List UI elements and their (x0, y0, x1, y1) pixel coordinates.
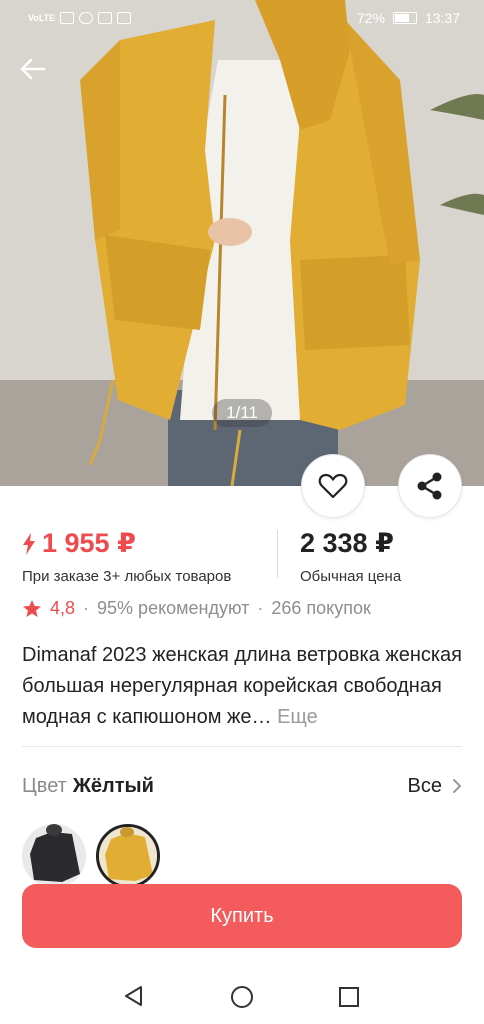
regular-price-note: Обычная цена (300, 568, 402, 585)
nav-recents-button[interactable] (338, 986, 360, 1013)
color-label: Цвет (22, 774, 67, 797)
product-title-text: Dimanaf 2023 женская длина ветровка женс… (22, 644, 463, 728)
sale-price-group: 1 955 ₽ При заказе 3+ любых товаров (22, 528, 231, 585)
price-divider (277, 530, 278, 578)
image-counter: 1/11 (212, 399, 272, 427)
yellow-jacket-thumbnail (99, 827, 157, 885)
arrow-left-icon (20, 58, 46, 80)
triangle-back-icon (125, 986, 142, 1006)
chevron-right-icon (453, 779, 462, 793)
battery-fill (394, 14, 409, 22)
favorite-button[interactable] (301, 454, 365, 518)
battery-percent: 72% (356, 10, 385, 26)
regular-price: 2 338 ₽ (300, 528, 394, 558)
more-link[interactable]: Еще (277, 706, 318, 728)
sale-price-value: 1 955 ₽ (42, 528, 136, 558)
recommend-text: 95% рекомендуют (97, 598, 250, 618)
purchases-text: 266 покупок (271, 598, 371, 618)
share-button[interactable] (398, 454, 462, 518)
separator-dot: · (83, 598, 90, 618)
back-button[interactable] (20, 58, 54, 92)
black-jacket-thumbnail (22, 824, 86, 888)
system-nav-bar (0, 966, 484, 1024)
status-bar: VoLTE 72% 13:37 (0, 0, 484, 36)
signal-icon (60, 12, 75, 24)
sale-price: 1 955 ₽ (22, 528, 231, 559)
star-icon (23, 599, 41, 617)
mail-icon (98, 12, 113, 24)
network-label: VoLTE (28, 13, 56, 23)
circle-home-icon (231, 986, 253, 1008)
product-title[interactable]: Dimanaf 2023 женская длина ветровка женс… (22, 640, 462, 733)
color-selector-row[interactable]: Цвет Жёлтый Все (22, 772, 462, 800)
sale-price-note: При заказе 3+ любых товаров (22, 568, 232, 585)
heart-icon (318, 473, 348, 499)
separator-dot: · (257, 598, 264, 618)
divider (22, 746, 462, 747)
share-icon (417, 472, 442, 500)
regular-price-group: 2 338 ₽ Обычная цена (300, 528, 401, 585)
whatsapp-icon (79, 12, 94, 24)
battery-icon (392, 12, 417, 24)
color-selected: Жёлтый (72, 774, 154, 797)
rating-value: 4,8 (50, 598, 76, 618)
lightning-icon (23, 532, 35, 555)
nav-back-button[interactable] (122, 984, 144, 1013)
square-recents-icon (339, 987, 359, 1007)
price-block: 1 955 ₽ При заказе 3+ любых товаров 2 33… (0, 520, 484, 585)
color-swatch-yellow[interactable] (96, 824, 160, 888)
all-colors-link[interactable]: Все (408, 775, 462, 798)
product-image[interactable]: VoLTE 72% 13:37 1/11 (0, 0, 484, 486)
music-icon (117, 12, 132, 24)
clock: 13:37 (424, 10, 460, 26)
nav-home-button[interactable] (230, 985, 254, 1014)
rating-row[interactable]: 4,8 · 95% рекомендуют · 266 покупок (22, 598, 371, 619)
all-colors-label: Все (407, 774, 442, 797)
color-swatch-black[interactable] (22, 824, 86, 888)
buy-button[interactable]: Купить (22, 884, 462, 948)
